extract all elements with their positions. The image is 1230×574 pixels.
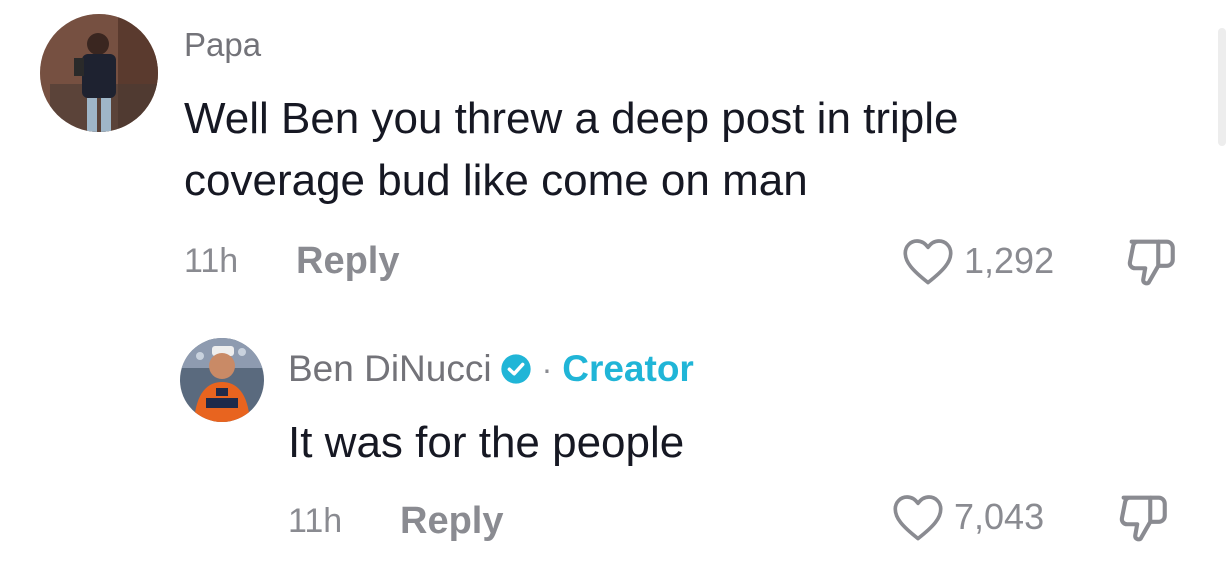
like-button[interactable]: 1,292 xyxy=(900,236,1054,286)
avatar[interactable] xyxy=(180,338,264,422)
avatar-image xyxy=(40,14,158,132)
reply-button[interactable]: Reply xyxy=(296,242,399,280)
like-count: 1,292 xyxy=(964,240,1055,281)
like-count: 7,043 xyxy=(954,496,1045,537)
dislike-button[interactable] xyxy=(1122,234,1180,293)
reply-text: It was for the people xyxy=(288,418,685,467)
avatar[interactable] xyxy=(40,14,158,132)
reply-timestamp: 11h xyxy=(288,502,343,540)
comment-item: Papa Well Ben you threw a deep post in t… xyxy=(0,0,1230,300)
creator-badge: Creator xyxy=(562,348,694,389)
heart-icon xyxy=(903,239,953,285)
comment-text: Well Ben you threw a deep post in triple… xyxy=(184,94,959,205)
verified-icon xyxy=(500,353,532,385)
like-button[interactable]: 7,043 xyxy=(890,492,1044,542)
reply-button[interactable]: Reply xyxy=(400,502,503,540)
thumbs-down-icon xyxy=(1127,239,1175,286)
separator-dot: · xyxy=(541,350,553,387)
comment-timestamp: 11h xyxy=(184,242,239,280)
dislike-button[interactable] xyxy=(1114,490,1172,549)
thumbs-down-icon xyxy=(1119,495,1167,542)
avatar-image xyxy=(180,338,264,422)
reply-username[interactable]: Ben DiNucci xyxy=(288,350,492,387)
reply-header: Ben DiNucci · Creator xyxy=(288,350,694,387)
heart-icon xyxy=(893,495,943,541)
reply-item: Ben DiNucci · Creator It was for the peo… xyxy=(0,320,1230,574)
comment-username[interactable]: Papa xyxy=(184,28,261,61)
